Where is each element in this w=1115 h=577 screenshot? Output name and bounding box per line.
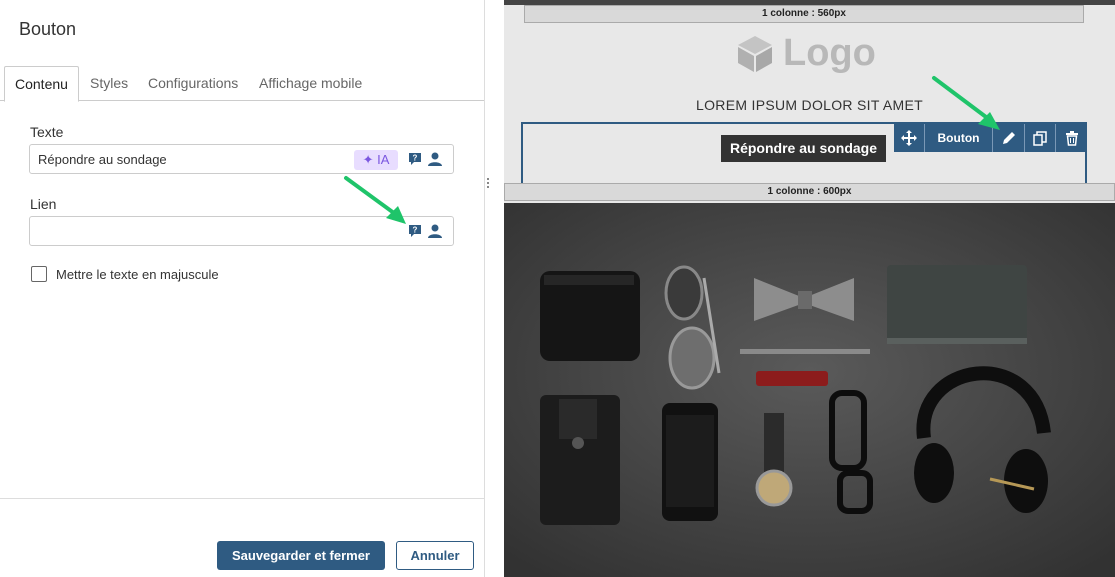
logo-text: Logo <box>783 32 876 74</box>
cube-logo-icon <box>738 35 772 72</box>
editor-panel: Bouton Contenu Styles Configurations Aff… <box>0 0 484 577</box>
uppercase-checkbox-label: Mettre le texte en majuscule <box>56 267 219 282</box>
panel-title: Bouton <box>19 19 77 39</box>
ia-label: IA <box>377 152 390 167</box>
accessories-photo-icon <box>504 203 1115 577</box>
move-icon[interactable] <box>894 124 925 152</box>
email-canvas: 1 colonne : 560px Logo LOREM IPSUM DOLOR… <box>504 0 1115 577</box>
duplicate-icon[interactable] <box>1025 124 1056 152</box>
save-and-close-button[interactable]: Sauvegarder et fermer <box>217 541 385 570</box>
tab-contenu[interactable]: Contenu <box>4 66 79 102</box>
delete-trash-icon[interactable] <box>1056 124 1087 152</box>
texte-input[interactable]: Répondre au sondage ✦ IA ? <box>29 144 454 174</box>
tab-styles[interactable]: Styles <box>90 66 128 101</box>
uppercase-checkbox[interactable] <box>31 266 47 282</box>
person-icon[interactable] <box>427 151 443 167</box>
headline-text[interactable]: LOREM IPSUM DOLOR SIT AMET <box>504 97 1115 113</box>
column-width-label-top: 1 colonne : 560px <box>524 5 1084 23</box>
logo: Logo <box>737 32 876 75</box>
tab-bar: Contenu Styles Configurations Affichage … <box>0 66 484 102</box>
cancel-button[interactable]: Annuler <box>396 541 474 570</box>
svg-text:?: ? <box>413 226 418 235</box>
person-icon[interactable] <box>427 223 443 239</box>
annotation-arrow-icon <box>344 176 406 224</box>
panel-splitter[interactable] <box>484 0 504 577</box>
svg-text:?: ? <box>413 154 418 163</box>
sparkle-icon: ✦ <box>362 152 374 167</box>
splitter-grip-icon[interactable] <box>487 178 490 190</box>
tab-configurations[interactable]: Configurations <box>148 66 238 101</box>
column-width-label-bottom: 1 colonne : 600px <box>504 183 1115 201</box>
annotation-arrow-icon <box>932 76 1000 130</box>
hero-image[interactable] <box>504 203 1115 577</box>
texte-input-value: Répondre au sondage <box>38 152 167 167</box>
texte-label: Texte <box>30 124 64 140</box>
preview-survey-button[interactable]: Répondre au sondage <box>721 135 886 162</box>
lien-label: Lien <box>30 196 57 212</box>
dynamic-content-icon[interactable]: ? <box>407 151 423 167</box>
ia-button[interactable]: ✦ IA <box>354 150 398 170</box>
tab-affichage-mobile[interactable]: Affichage mobile <box>259 66 362 101</box>
footer-divider <box>0 498 484 499</box>
